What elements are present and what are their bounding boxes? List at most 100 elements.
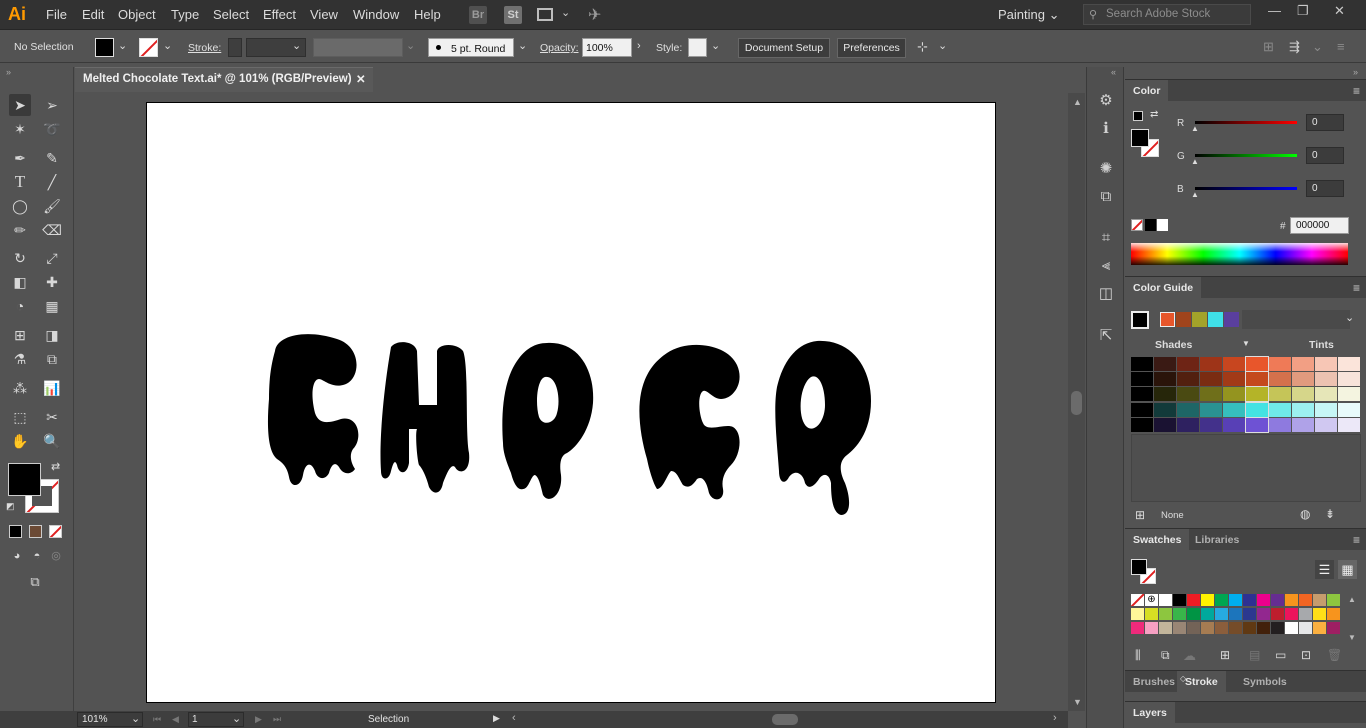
color-swatch[interactable] bbox=[1313, 622, 1326, 634]
cloud-icon[interactable]: ☁ bbox=[1183, 648, 1196, 664]
menu-window[interactable]: Window bbox=[353, 7, 399, 22]
color-swatch[interactable] bbox=[1299, 594, 1312, 606]
color-swatch[interactable] bbox=[1327, 594, 1340, 606]
color-guide-cell[interactable] bbox=[1131, 357, 1153, 371]
color-guide-cell[interactable] bbox=[1315, 417, 1337, 432]
color-swatch[interactable] bbox=[1271, 608, 1284, 620]
menu-file[interactable]: File bbox=[46, 7, 67, 22]
brushes-icon[interactable]: ✺ bbox=[1096, 159, 1116, 179]
harmony-color-3[interactable] bbox=[1192, 312, 1207, 327]
color-guide-cell[interactable] bbox=[1245, 356, 1269, 372]
shape-builder-tool-icon[interactable]: ◔ bbox=[9, 295, 31, 317]
chevron-down-icon[interactable]: ⌄ bbox=[1312, 39, 1323, 55]
none-swatch[interactable] bbox=[1131, 594, 1144, 606]
blend-tool-icon[interactable]: ⧉ bbox=[41, 348, 63, 370]
color-guide-cell[interactable] bbox=[1177, 402, 1199, 417]
search-adobe-stock-input[interactable]: Search Adobe Stock bbox=[1083, 4, 1251, 25]
color-swatch[interactable] bbox=[1173, 608, 1186, 620]
color-swatch[interactable] bbox=[1145, 622, 1158, 634]
color-swatch[interactable] bbox=[1201, 594, 1214, 606]
width-tool-icon[interactable]: ◧ bbox=[9, 271, 31, 293]
chevron-down-icon[interactable]: ⌄ bbox=[561, 6, 570, 19]
color-guide-cell[interactable] bbox=[1292, 402, 1314, 417]
gradient-tool-icon[interactable]: ◨ bbox=[41, 324, 63, 346]
color-guide-cell[interactable] bbox=[1154, 402, 1176, 417]
tab-color[interactable]: Color bbox=[1125, 80, 1169, 102]
color-guide-cell[interactable] bbox=[1245, 401, 1269, 418]
color-swatch[interactable] bbox=[1131, 622, 1144, 634]
color-swatch[interactable] bbox=[1173, 594, 1186, 606]
stock-icon[interactable]: St bbox=[504, 6, 522, 24]
export-icon[interactable]: ⇱ bbox=[1096, 326, 1116, 346]
choco-artwork[interactable] bbox=[147, 103, 997, 704]
chevron-down-icon[interactable]: ⌄ bbox=[131, 712, 140, 725]
registration-swatch[interactable]: ⊕ bbox=[1145, 594, 1158, 606]
color-guide-cell[interactable] bbox=[1338, 372, 1360, 387]
color-guide-cell[interactable] bbox=[1315, 387, 1337, 402]
swatch-libraries-icon[interactable]: ⫼ bbox=[1135, 648, 1141, 663]
default-fill-stroke-icon[interactable] bbox=[1133, 111, 1143, 121]
menu-view[interactable]: View bbox=[310, 7, 338, 22]
menu-effect[interactable]: Effect bbox=[263, 7, 296, 22]
edit-colors-icon[interactable]: ◍ bbox=[1300, 507, 1310, 521]
chevron-down-icon[interactable]: ⌄ bbox=[938, 39, 947, 52]
appearance-icon[interactable]: ⚙ bbox=[1096, 91, 1116, 111]
color-guide-cell[interactable] bbox=[1223, 357, 1245, 371]
swatch-options-icon[interactable]: ▤ bbox=[1249, 648, 1260, 662]
color-swatch[interactable] bbox=[1327, 608, 1340, 620]
hex-value-field[interactable]: 000000 bbox=[1290, 217, 1349, 234]
curvature-tool-icon[interactable]: ✎ bbox=[41, 147, 63, 169]
color-swatch[interactable] bbox=[1285, 608, 1298, 620]
color-guide-cell[interactable] bbox=[1131, 417, 1153, 432]
color-guide-cell[interactable] bbox=[1338, 402, 1360, 417]
list-view-icon[interactable]: ☰ bbox=[1315, 560, 1334, 579]
menu-type[interactable]: Type bbox=[171, 7, 199, 22]
minimize-button[interactable]: — bbox=[1268, 3, 1281, 18]
color-guide-cell[interactable] bbox=[1177, 357, 1199, 371]
status-menu-icon[interactable]: ▶ bbox=[493, 713, 500, 724]
scroll-up-icon[interactable]: ▲ bbox=[1348, 595, 1356, 604]
color-guide-cell[interactable] bbox=[1245, 386, 1269, 403]
blue-value-field[interactable]: 0 bbox=[1306, 180, 1344, 197]
restore-button[interactable]: ❐ bbox=[1297, 3, 1309, 19]
color-guide-cell[interactable] bbox=[1200, 357, 1222, 371]
harmony-color-1[interactable] bbox=[1160, 312, 1175, 327]
chevron-down-icon[interactable]: ⌄ bbox=[163, 39, 172, 52]
chevron-down-icon[interactable]: ⌄ bbox=[518, 39, 527, 52]
bridge-icon[interactable]: Br bbox=[469, 6, 487, 24]
color-guide-cell[interactable] bbox=[1292, 372, 1314, 387]
column-graph-tool-icon[interactable]: 📊 bbox=[41, 377, 63, 399]
selection-tool-icon[interactable]: ➤ bbox=[9, 94, 31, 116]
color-swatch[interactable] bbox=[1285, 622, 1298, 634]
previous-artboard-icon[interactable]: ◀ bbox=[172, 714, 179, 725]
color-swatch[interactable] bbox=[1313, 594, 1326, 606]
color-swatch[interactable] bbox=[1313, 608, 1326, 620]
menu-help[interactable]: Help bbox=[414, 7, 441, 22]
swap-colors-icon[interactable]: ⇄ bbox=[51, 460, 60, 473]
eyedropper-tool-icon[interactable]: ⚗ bbox=[9, 348, 31, 370]
color-guide-cell[interactable] bbox=[1315, 357, 1337, 371]
stroke-swatch[interactable] bbox=[139, 38, 158, 57]
new-swatch-icon[interactable]: ⊡ bbox=[1301, 648, 1311, 662]
chevron-down-icon[interactable]: ⌄ bbox=[118, 39, 127, 52]
type-tool-icon[interactable]: T bbox=[9, 171, 31, 193]
color-mode-icon[interactable] bbox=[9, 525, 22, 538]
color-guide-cell[interactable] bbox=[1131, 402, 1153, 417]
scroll-up-icon[interactable]: ▲ bbox=[1073, 97, 1082, 107]
workspace-switcher[interactable]: Painting ⌄ bbox=[998, 7, 1060, 23]
color-swatch[interactable] bbox=[1201, 622, 1214, 634]
perspective-grid-tool-icon[interactable]: ▦ bbox=[41, 295, 63, 317]
color-guide-cell[interactable] bbox=[1154, 387, 1176, 402]
symbol-sprayer-tool-icon[interactable]: ⁂ bbox=[9, 377, 31, 399]
chevron-down-icon[interactable]: ⌄ bbox=[232, 712, 241, 725]
color-guide-cell[interactable] bbox=[1269, 387, 1291, 402]
tab-libraries[interactable]: Libraries bbox=[1187, 529, 1247, 551]
preferences-button[interactable]: Preferences bbox=[837, 38, 906, 58]
red-slider-thumb[interactable]: ▲ bbox=[1191, 124, 1199, 133]
lasso-tool-icon[interactable]: ➰ bbox=[41, 118, 63, 140]
color-swatch[interactable] bbox=[1243, 608, 1256, 620]
color-guide-cell[interactable] bbox=[1269, 402, 1291, 417]
grid-view-icon[interactable]: ▦ bbox=[1338, 560, 1357, 579]
harmony-rules-dropdown[interactable] bbox=[1242, 310, 1350, 329]
color-guide-cell[interactable] bbox=[1177, 387, 1199, 402]
